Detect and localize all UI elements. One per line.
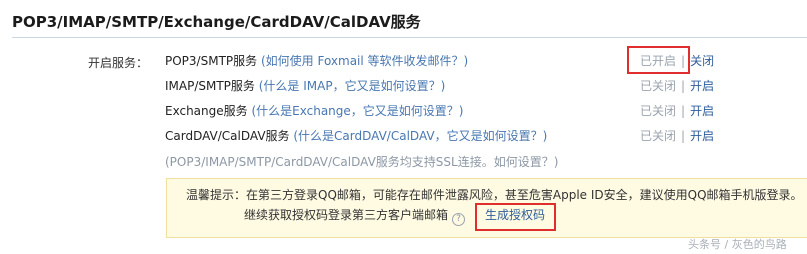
service-name: POP3/SMTP服务 xyxy=(165,54,258,68)
toggle-service-link[interactable]: 开启 xyxy=(690,129,714,143)
service-help-link[interactable]: (什么是 IMAP，它又是如何设置？) xyxy=(259,79,446,93)
status-text: 已关闭 xyxy=(640,104,677,118)
toggle-service-link[interactable]: 开启 xyxy=(690,104,714,118)
service-name: CardDAV/CalDAV服务 xyxy=(165,129,290,143)
service-status-exchange: 已关闭 | 开启 xyxy=(640,102,714,120)
service-row-exchange: Exchange服务 (什么是Exchange，它又是如何设置？) xyxy=(165,102,463,120)
title-divider xyxy=(12,37,807,38)
section-title: POP3/IMAP/SMTP/Exchange/CardDAV/CalDAV服务 xyxy=(12,13,421,31)
generate-auth-code-link[interactable]: 生成授权码 xyxy=(485,207,545,223)
separator: | xyxy=(681,79,686,93)
warning-text: 温馨提示：在第三方登录QQ邮箱，可能存在邮件泄露风险，甚至危害Apple ID安… xyxy=(186,188,803,202)
service-status-imap-smtp: 已关闭 | 开启 xyxy=(640,77,714,95)
service-name: IMAP/SMTP服务 xyxy=(165,79,255,93)
service-status-carddav-caldav: 已关闭 | 开启 xyxy=(640,127,714,145)
toggle-service-link[interactable]: 关闭 xyxy=(690,54,714,68)
toggle-service-link[interactable]: 开启 xyxy=(690,79,714,93)
service-help-link[interactable]: (如何使用 Foxmail 等软件收发邮件？) xyxy=(261,54,468,68)
service-row-pop3-smtp: POP3/SMTP服务 (如何使用 Foxmail 等软件收发邮件？) xyxy=(165,52,468,70)
separator: | xyxy=(681,104,686,118)
status-text: 已关闭 xyxy=(640,79,677,93)
status-text: 已开启 xyxy=(640,54,677,68)
separator: | xyxy=(681,54,686,68)
auth-code-prompt: 继续获取授权码登录第三方客户端邮箱? xyxy=(244,207,466,226)
auth-code-prompt-text: 继续获取授权码登录第三方客户端邮箱 xyxy=(244,208,449,222)
service-status-pop3-smtp: 已开启 | 关闭 xyxy=(640,52,714,70)
settings-page: POP3/IMAP/SMTP/Exchange/CardDAV/CalDAV服务… xyxy=(0,0,807,254)
service-help-link[interactable]: (什么是Exchange，它又是如何设置？) xyxy=(251,104,463,118)
service-name: Exchange服务 xyxy=(165,104,248,118)
status-text: 已关闭 xyxy=(640,129,677,143)
service-row-carddav-caldav: CardDAV/CalDAV服务 (什么是CardDAV/CalDAV，它又是如… xyxy=(165,127,547,145)
service-row-imap-smtp: IMAP/SMTP服务 (什么是 IMAP，它又是如何设置？) xyxy=(165,77,445,95)
watermark: 头条号 / 灰色的鸟路 xyxy=(688,238,787,251)
open-services-label: 开启服务： xyxy=(88,56,149,70)
ssl-note-link[interactable]: (POP3/IMAP/SMTP/CardDAV/CalDAV服务均支持SSL连接… xyxy=(165,153,558,171)
question-circle-icon[interactable]: ? xyxy=(452,213,466,226)
separator: | xyxy=(681,129,686,143)
service-help-link[interactable]: (什么是CardDAV/CalDAV，它又是如何设置？) xyxy=(293,129,547,143)
